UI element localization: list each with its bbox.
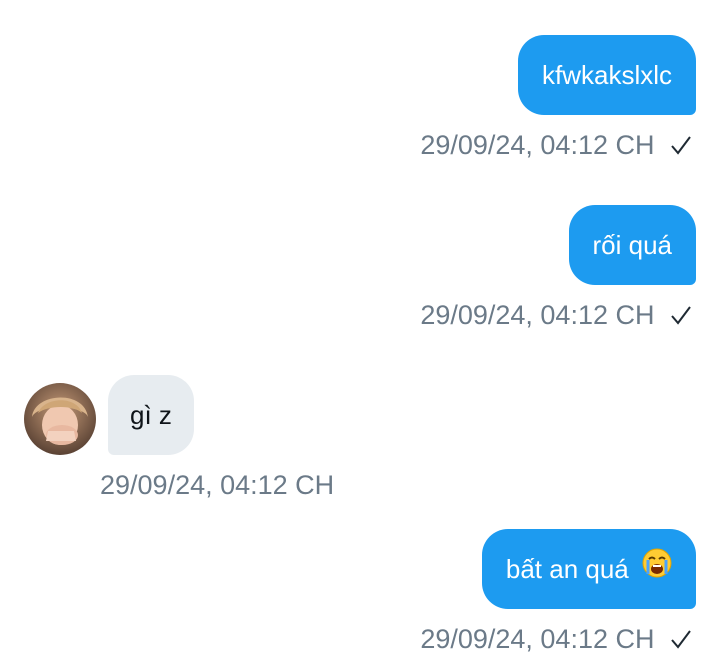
message-bubble-outgoing[interactable]: bất an quá [481, 529, 696, 609]
sent-check-icon [670, 300, 692, 334]
timestamp-text: 29/09/24, 04:12 CH [100, 470, 335, 500]
message-text: bất an quá [505, 554, 629, 584]
message-text: rối quá [592, 230, 673, 260]
timestamp-text: 29/09/24, 04:12 CH [420, 130, 655, 160]
sent-check-icon [670, 130, 692, 164]
message-bubble-incoming[interactable]: gì z [108, 375, 194, 455]
message-text: kfwkakslxlc [541, 60, 672, 90]
loudly-crying-face-emoji [642, 529, 672, 609]
message-timestamp: 29/09/24, 04:12 CH [100, 468, 334, 502]
message-text: gì z [130, 400, 172, 430]
timestamp-text: 29/09/24, 04:12 CH [420, 624, 655, 654]
sent-check-icon [670, 624, 692, 658]
message-timestamp: 29/09/24, 04:12 CH [420, 622, 692, 658]
message-timestamp: 29/09/24, 04:12 CH [420, 298, 692, 334]
timestamp-text: 29/09/24, 04:12 CH [420, 300, 655, 330]
message-bubble-outgoing[interactable]: kfwkakslxlc [517, 35, 696, 115]
message-timestamp: 29/09/24, 04:12 CH [420, 128, 692, 164]
user-avatar[interactable] [24, 383, 96, 455]
message-bubble-outgoing[interactable]: rối quá [568, 205, 696, 285]
